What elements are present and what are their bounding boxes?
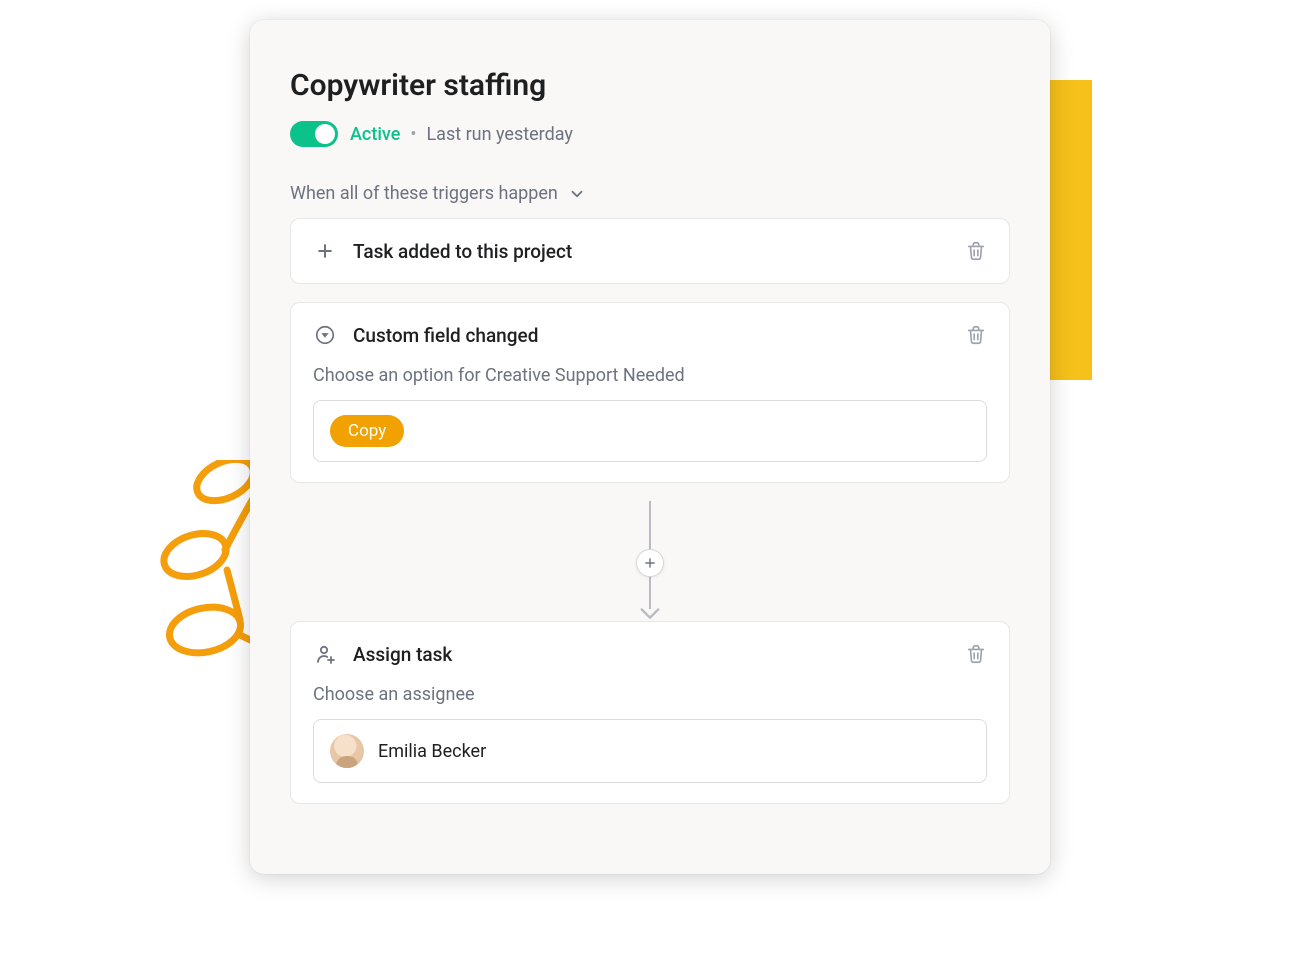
rule-status-row: Active • Last run yesterday — [290, 121, 1010, 147]
trigger-title: Task added to this project — [353, 240, 965, 263]
status-active-label: Active — [350, 124, 400, 145]
caret-down-circle-icon — [313, 323, 337, 347]
triggers-section-text: When all of these triggers happen — [290, 183, 558, 204]
triggers-section-label[interactable]: When all of these triggers happen — [290, 183, 1010, 204]
last-run-label: Last run yesterday — [426, 124, 573, 145]
trigger-card[interactable]: Task added to this project — [290, 218, 1010, 284]
trash-icon — [965, 324, 987, 346]
trash-icon — [965, 240, 987, 262]
delete-trigger-button[interactable] — [965, 240, 987, 262]
delete-action-button[interactable] — [965, 643, 987, 665]
option-chip: Copy — [330, 415, 404, 447]
rule-title: Copywriter staffing — [290, 68, 1010, 103]
arrow-down-icon — [639, 607, 661, 621]
add-step-button[interactable] — [636, 549, 664, 577]
trigger-subtitle: Choose an option for Creative Support Ne… — [313, 365, 987, 386]
delete-trigger-button[interactable] — [965, 324, 987, 346]
active-toggle[interactable] — [290, 121, 338, 147]
custom-field-option-select[interactable]: Copy — [313, 400, 987, 462]
chevron-down-icon — [568, 185, 586, 203]
action-card[interactable]: Assign task Choose an assignee Emilia Be… — [290, 621, 1010, 804]
assign-user-icon — [313, 642, 337, 666]
flow-connector — [290, 501, 1010, 621]
trash-icon — [965, 643, 987, 665]
action-subtitle: Choose an assignee — [313, 684, 987, 705]
action-title: Assign task — [353, 643, 965, 666]
assignee-select[interactable]: Emilia Becker — [313, 719, 987, 783]
plus-icon — [313, 239, 337, 263]
status-separator: • — [410, 124, 416, 145]
decorative-squiggle — [85, 460, 275, 670]
assignee-name: Emilia Becker — [378, 741, 486, 762]
rule-editor-panel: Copywriter staffing Active • Last run ye… — [250, 20, 1050, 874]
plus-icon — [643, 556, 657, 570]
trigger-title: Custom field changed — [353, 324, 965, 347]
avatar — [330, 734, 364, 768]
trigger-card[interactable]: Custom field changed Choose an option fo… — [290, 302, 1010, 483]
